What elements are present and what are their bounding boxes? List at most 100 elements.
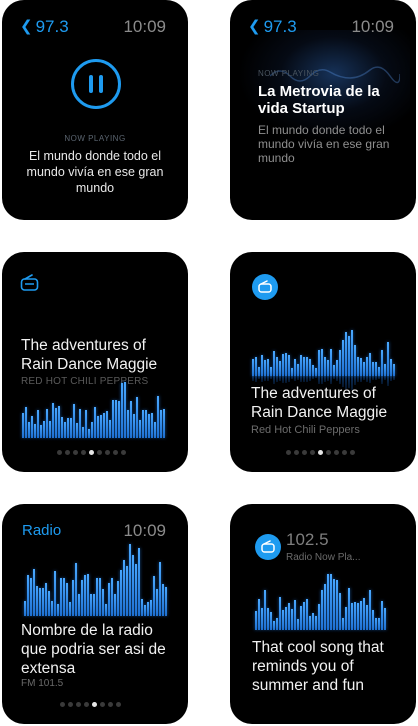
page-dot[interactable] — [60, 702, 65, 707]
page-indicator[interactable] — [57, 450, 129, 455]
back-button[interactable]: ❮ 97.3 — [248, 17, 297, 37]
pause-button[interactable] — [71, 59, 121, 109]
equalizer-bar — [34, 424, 36, 438]
equalizer-bar — [339, 376, 341, 384]
equalizer-bar — [109, 420, 111, 438]
equalizer-bar — [252, 376, 254, 381]
equalizer-bar — [327, 376, 329, 381]
equalizer-bar — [348, 336, 350, 376]
equalizer-bar — [279, 361, 281, 376]
equalizer-bar — [363, 362, 365, 376]
watch-screen-now-playing: ❮ 97.3 10:09 NOW PLAYING El mundo donde t… — [2, 0, 188, 220]
equalizer-bar — [36, 586, 38, 616]
equalizer-bar — [294, 359, 296, 376]
song-title: The adventures of Rain Dance Maggie — [251, 385, 388, 421]
equalizer-bar — [255, 611, 257, 630]
equalizer-bar — [318, 604, 320, 630]
equalizer-bar — [309, 616, 311, 630]
page-dot[interactable] — [113, 450, 118, 455]
equalizer — [22, 382, 166, 438]
equalizer-bar — [153, 576, 155, 616]
equalizer-bar — [279, 376, 281, 381]
watch-screen-radio-now: 102.5 Radio Now Pla... That cool song th… — [230, 504, 416, 724]
equalizer-bar — [309, 376, 311, 381]
page-dot[interactable] — [76, 702, 81, 707]
equalizer-bar — [330, 349, 332, 376]
equalizer-bar — [333, 376, 335, 379]
equalizer-bar — [381, 601, 383, 630]
equalizer-bar — [144, 605, 146, 616]
equalizer-bar — [384, 608, 386, 630]
page-dot[interactable] — [310, 450, 315, 455]
equalizer-bar — [255, 376, 257, 382]
page-dot-active[interactable] — [318, 450, 323, 455]
equalizer-bar — [87, 574, 89, 616]
equalizer-bar — [324, 376, 326, 382]
equalizer-bar — [312, 365, 314, 376]
equalizer-bar — [129, 544, 131, 616]
page-dot[interactable] — [326, 450, 331, 455]
equalizer-bar — [372, 376, 374, 380]
equalizer-bar — [103, 413, 105, 438]
equalizer-bar — [49, 421, 51, 438]
page-dot[interactable] — [84, 702, 89, 707]
page-dot[interactable] — [65, 450, 70, 455]
equalizer-bar — [303, 357, 305, 376]
equalizer-bar — [90, 594, 92, 616]
page-dot[interactable] — [105, 450, 110, 455]
page-dot[interactable] — [81, 450, 86, 455]
page-indicator[interactable] — [60, 702, 124, 707]
page-dot[interactable] — [68, 702, 73, 707]
page-dot[interactable] — [116, 702, 121, 707]
equalizer-bar — [321, 590, 323, 630]
equalizer-bar — [315, 376, 317, 378]
page-dot[interactable] — [334, 450, 339, 455]
equalizer-bar — [258, 376, 260, 379]
equalizer-bar — [324, 357, 326, 376]
page-dot-active[interactable] — [92, 702, 97, 707]
equalizer-bar — [97, 416, 99, 438]
equalizer-bar — [150, 600, 152, 616]
equalizer-bar — [156, 589, 158, 616]
equalizer-bar — [123, 560, 125, 616]
equalizer-bar — [318, 376, 320, 384]
equalizer-bar — [108, 583, 110, 616]
page-dot[interactable] — [121, 450, 126, 455]
equalizer-bar — [270, 376, 272, 379]
equalizer-bar — [375, 362, 377, 376]
clock: 10:09 — [123, 521, 166, 540]
page-dot[interactable] — [342, 450, 347, 455]
equalizer-bar — [393, 376, 395, 380]
equalizer-bar — [360, 601, 362, 630]
page-dot[interactable] — [286, 450, 291, 455]
equalizer-bar — [27, 575, 29, 616]
equalizer-bar — [127, 410, 129, 438]
page-dot[interactable] — [57, 450, 62, 455]
page-dot[interactable] — [97, 450, 102, 455]
equalizer-bar — [297, 619, 299, 630]
page-indicator[interactable] — [286, 450, 358, 455]
back-button[interactable]: ❮ 97.3 — [20, 17, 69, 37]
chevron-left-icon: ❮ — [20, 18, 33, 35]
equalizer-bar — [33, 569, 35, 616]
equalizer-bar — [282, 354, 284, 376]
song-title: El mundo donde todo el mundo vivía en es… — [26, 149, 164, 195]
equalizer-bar — [327, 360, 329, 376]
equalizer-bar — [369, 590, 371, 630]
page-dot[interactable] — [294, 450, 299, 455]
page-dot-active[interactable] — [89, 450, 94, 455]
equalizer-bar — [132, 555, 134, 616]
equalizer-bar — [357, 603, 359, 630]
equalizer-bar — [141, 599, 143, 616]
watch-screen-song: The adventures of Rain Dance Maggie Red … — [230, 252, 416, 472]
equalizer-bar — [100, 415, 102, 438]
radio-icon — [20, 274, 39, 291]
page-dot[interactable] — [100, 702, 105, 707]
page-dot[interactable] — [73, 450, 78, 455]
equalizer-bar — [106, 411, 108, 438]
equalizer-bar — [303, 602, 305, 630]
equalizer-bar — [46, 409, 48, 438]
page-dot[interactable] — [350, 450, 355, 455]
page-dot[interactable] — [108, 702, 113, 707]
page-dot[interactable] — [302, 450, 307, 455]
